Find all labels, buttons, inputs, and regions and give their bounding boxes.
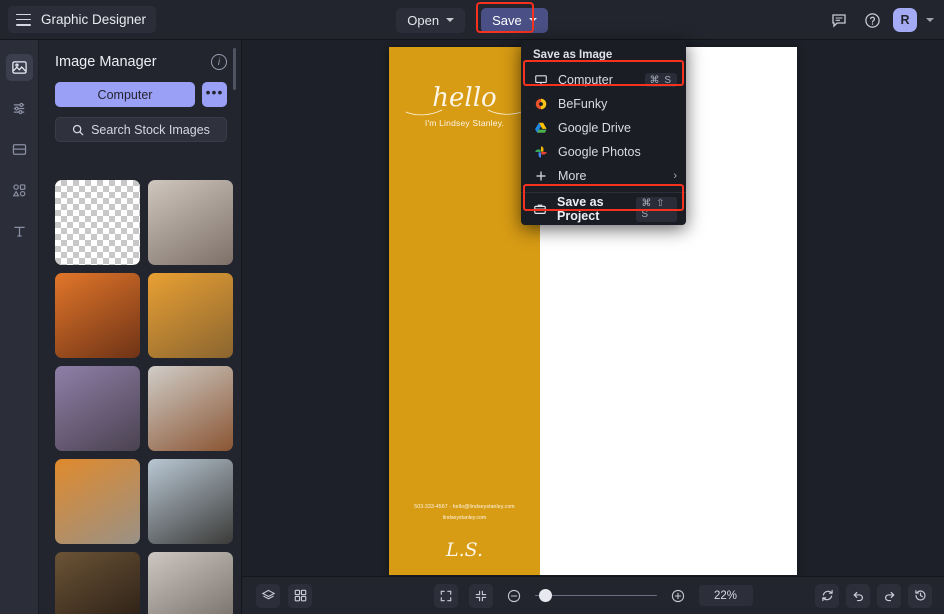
- menu-item-computer[interactable]: Computer ⌘ S: [521, 68, 686, 92]
- app-menu-button[interactable]: Graphic Designer: [8, 6, 157, 33]
- thumbnail-vespa-headlight[interactable]: [148, 366, 233, 451]
- fullscreen-icon[interactable]: [433, 583, 458, 608]
- plus-icon: [533, 169, 548, 184]
- befunky-icon: [533, 97, 548, 112]
- save-dropdown-menu: Save as Image Computer ⌘ S BeFunky Google D…: [521, 40, 686, 225]
- thumbnail-motocross-wheelie[interactable]: [148, 552, 233, 614]
- menu-item-more[interactable]: More ›: [521, 164, 686, 188]
- thumbnail-dirt-bike-mud[interactable]: [55, 552, 140, 614]
- thumbnail-orange-vespa-parked[interactable]: [55, 459, 140, 544]
- open-label: Open: [407, 12, 440, 28]
- thumbnail-orange-scooter-sunlight[interactable]: [55, 273, 140, 358]
- rail-item-image-manager[interactable]: [5, 54, 33, 81]
- card-heading-block: hello I'm Lindsey Stanley.: [389, 85, 540, 128]
- app-root: Graphic Designer Open Save R Image Manag…: [0, 0, 944, 614]
- menu-item-save-as-project[interactable]: Save as Project ⌘ ⇧ S: [521, 195, 686, 223]
- menu-item-google-photos[interactable]: Google Photos: [521, 140, 686, 164]
- computer-upload-button[interactable]: Computer: [55, 82, 195, 107]
- redo-icon[interactable]: [877, 583, 901, 608]
- zoom-out-icon[interactable]: [504, 586, 524, 606]
- google-photos-icon: [533, 145, 548, 160]
- chevron-down-icon: [528, 18, 537, 22]
- history-icon[interactable]: [908, 583, 932, 608]
- zoom-level-value[interactable]: 22%: [698, 585, 753, 606]
- help-icon[interactable]: [860, 8, 884, 32]
- monitor-icon: [533, 73, 548, 88]
- project-case-icon: [533, 202, 547, 217]
- chat-icon[interactable]: [827, 8, 851, 32]
- card-footer: 503-333-4567 - hello@lindseystanley.com …: [389, 504, 540, 561]
- more-sources-button[interactable]: •••: [202, 82, 227, 107]
- thumbnail-grid: [39, 168, 241, 614]
- open-button[interactable]: Open: [396, 7, 466, 33]
- chevron-down-icon: [446, 18, 455, 22]
- search-icon: [72, 124, 84, 135]
- menu-item-befunky[interactable]: BeFunky: [521, 92, 686, 116]
- google-drive-icon: [533, 121, 548, 136]
- search-stock-images-button[interactable]: Search Stock Images: [55, 117, 227, 142]
- grid-pages-icon[interactable]: [288, 583, 312, 608]
- menu-item-label: More: [558, 169, 587, 183]
- thumbnail-kitchen-photo[interactable]: [148, 180, 233, 265]
- avatar[interactable]: R: [893, 8, 917, 32]
- transparency-checkerboard: [55, 180, 140, 265]
- monogram: L.S.: [445, 539, 484, 561]
- search-label: Search Stock Images: [91, 122, 210, 137]
- menu-item-label: BeFunky: [558, 97, 608, 111]
- panel-header: Image Manager i: [39, 40, 241, 70]
- tool-rail: [0, 40, 39, 614]
- zoom-slider-knob[interactable]: [538, 589, 552, 602]
- hamburger-icon: [16, 13, 31, 26]
- rail-item-edit-adjust[interactable]: [6, 95, 33, 122]
- rail-item-text[interactable]: [6, 218, 33, 245]
- info-icon[interactable]: i: [211, 54, 227, 70]
- menu-item-label: Computer: [558, 73, 613, 87]
- reset-icon[interactable]: [815, 583, 839, 608]
- menu-item-shortcut: ⌘ S: [644, 73, 677, 87]
- app-title: Graphic Designer: [41, 12, 147, 27]
- account-chevron-down-icon[interactable]: [926, 18, 934, 22]
- zoom-slider-track: [534, 594, 657, 597]
- thumbnail-transparent-graphic[interactable]: [55, 180, 140, 265]
- save-label: Save: [492, 12, 522, 28]
- panel-actions: Computer •••: [39, 70, 241, 107]
- thumbnail-orange-vespa-seat[interactable]: [148, 273, 233, 358]
- save-as-image-header: Save as Image: [533, 49, 613, 61]
- bottom-bar: 22%: [242, 576, 944, 614]
- top-bar: Graphic Designer: [0, 0, 944, 40]
- zoom-in-icon[interactable]: [668, 586, 688, 606]
- contact-line: 503-333-4567 - hello@lindseystanley.com: [414, 504, 515, 510]
- save-as-project-shortcut: ⌘ ⇧ S: [636, 196, 677, 222]
- save-button-wrap: Save: [476, 1, 548, 33]
- designer-name: I'm Lindsey Stanley.: [424, 118, 505, 128]
- save-button[interactable]: Save: [481, 7, 548, 33]
- bottom-right-tools: [815, 583, 932, 608]
- panel-scrollbar[interactable]: [233, 48, 236, 90]
- bottom-left-tools: [256, 583, 312, 608]
- thumbnail-scooter-with-lavender[interactable]: [55, 366, 140, 451]
- flourish-icon: [405, 109, 525, 116]
- rail-item-templates[interactable]: [6, 136, 33, 163]
- rail-item-graphics[interactable]: [6, 177, 33, 204]
- layers-icon[interactable]: [256, 583, 280, 608]
- menu-divider: [521, 192, 686, 193]
- website-line: lindseystanley.com: [442, 515, 487, 521]
- menu-item-label: Google Drive: [558, 121, 631, 135]
- save-menu-items: Computer ⌘ S BeFunky Google Drive Google Pho…: [521, 68, 686, 188]
- menu-item-label: Google Photos: [558, 145, 641, 159]
- image-manager-panel: Image Manager i Computer ••• Search Stoc…: [39, 40, 242, 614]
- undo-icon[interactable]: [846, 583, 870, 608]
- chevron-right-icon: ›: [673, 170, 677, 182]
- top-right-actions: R: [827, 0, 934, 40]
- fit-screen-icon[interactable]: [468, 583, 493, 608]
- save-as-project-label: Save as Project: [557, 195, 604, 223]
- thumbnail-motocross-rider[interactable]: [148, 459, 233, 544]
- panel-title: Image Manager: [55, 54, 157, 70]
- menu-item-google-drive[interactable]: Google Drive: [521, 116, 686, 140]
- card-left-panel: hello I'm Lindsey Stanley. 503-333-4567 …: [389, 47, 540, 575]
- zoom-slider[interactable]: [534, 589, 657, 603]
